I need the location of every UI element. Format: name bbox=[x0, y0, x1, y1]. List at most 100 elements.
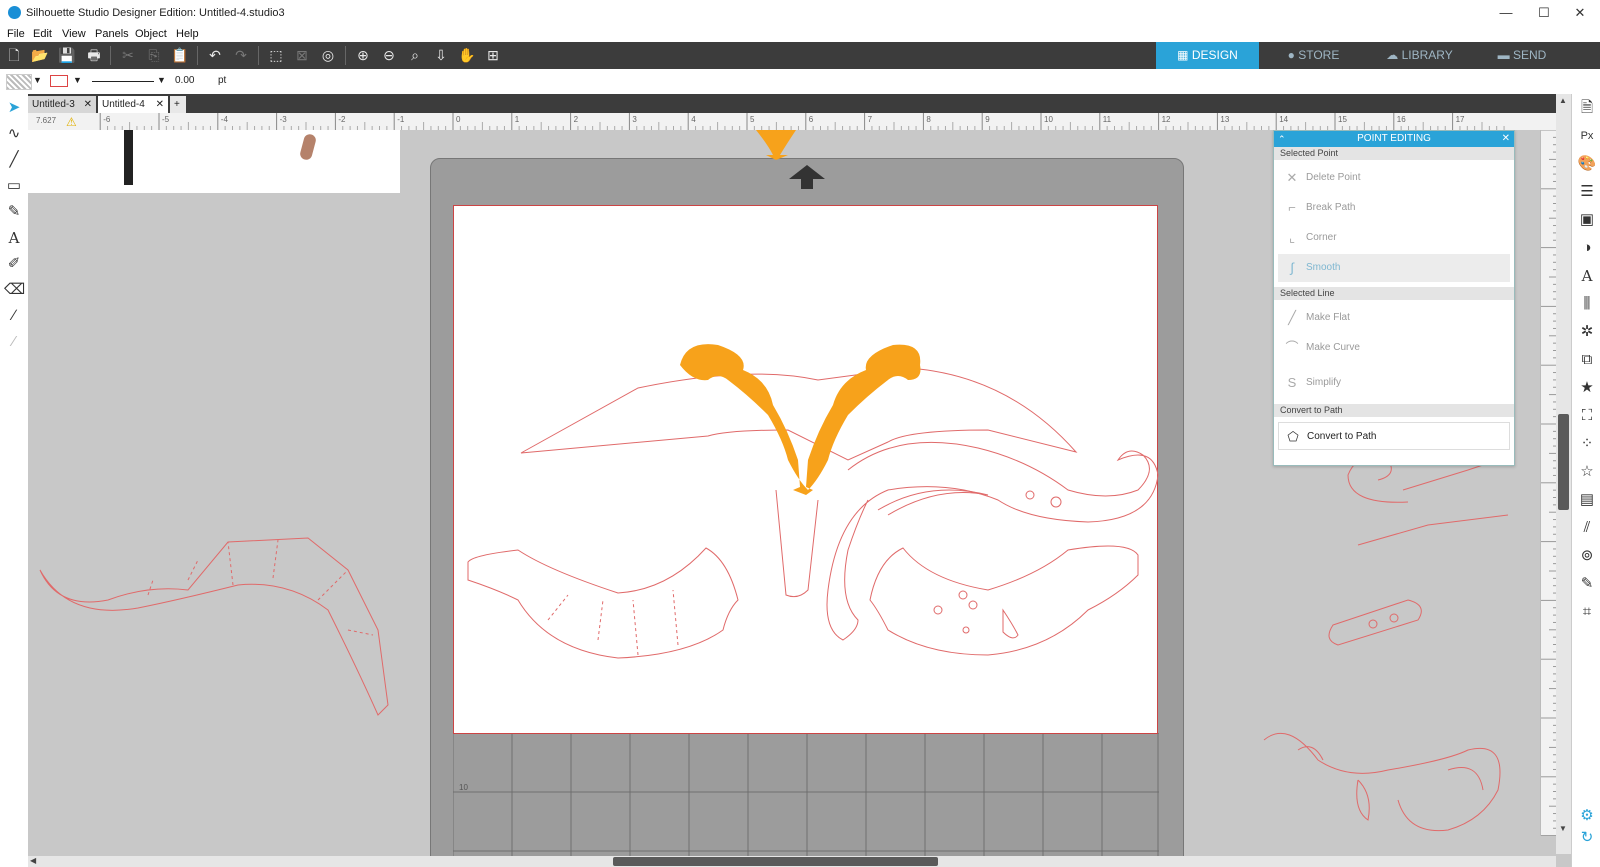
trace-icon[interactable]: ⛶ bbox=[1577, 406, 1597, 426]
offset-icon[interactable]: ★ bbox=[1577, 378, 1597, 398]
refresh-icon[interactable]: ↻ bbox=[1577, 828, 1597, 848]
scroll-up-icon[interactable]: ▲ bbox=[1559, 96, 1567, 105]
zoom-select-icon[interactable]: ⌕ bbox=[405, 46, 425, 65]
fill-color-icon[interactable]: 🎨 bbox=[1577, 154, 1597, 174]
select-tool-icon[interactable]: ➤ bbox=[4, 98, 24, 118]
collapse-chevron-icon[interactable]: ⌃ bbox=[1278, 131, 1286, 147]
design-canvas[interactable]: 10 ⌃ POINT EDITING ✕ Selected Point ✕ De… bbox=[28, 130, 1540, 856]
convert-to-path-button[interactable]: ⬠ Convert to Path bbox=[1278, 422, 1510, 450]
delete-point-button[interactable]: ✕ Delete Point bbox=[1278, 164, 1510, 192]
close-tab-icon[interactable]: ✕ bbox=[156, 96, 164, 113]
star-shape-icon[interactable]: ☆ bbox=[1577, 462, 1597, 482]
tab-library[interactable]: ☁ LIBRARY bbox=[1368, 42, 1471, 69]
menu-edit[interactable]: Edit bbox=[33, 28, 52, 40]
cut-icon[interactable]: ✂ bbox=[118, 46, 138, 65]
point-edit-tool-icon[interactable]: ∿ bbox=[4, 124, 24, 144]
redo-icon[interactable]: ↷ bbox=[231, 46, 251, 65]
menu-view[interactable]: View bbox=[62, 28, 86, 40]
close-tab-icon[interactable]: ✕ bbox=[84, 96, 92, 113]
close-button[interactable]: ✕ bbox=[1560, 0, 1600, 26]
knife-tool-icon[interactable]: ∕ bbox=[4, 306, 24, 326]
ruler-tick-label: 17 bbox=[1455, 115, 1465, 124]
mask-curl-detail bbox=[877, 489, 989, 516]
line-color-dropdown-icon[interactable]: ▼ bbox=[73, 75, 82, 85]
menu-panels[interactable]: Panels bbox=[95, 28, 129, 40]
gradient-icon[interactable]: ◑ bbox=[1577, 238, 1597, 258]
library-panel-icon[interactable]: ▤ bbox=[1577, 490, 1597, 510]
zoom-in-icon[interactable]: ⊕ bbox=[353, 46, 373, 65]
make-flat-button[interactable]: ╱ Make Flat bbox=[1278, 304, 1510, 332]
select-by-color-icon[interactable]: ◎ bbox=[318, 46, 338, 65]
fill-dropdown-icon[interactable]: ▼ bbox=[33, 75, 42, 85]
deselect-icon[interactable]: ⊠ bbox=[292, 46, 312, 65]
text-style-icon[interactable]: A bbox=[1577, 266, 1597, 286]
fill-swatch[interactable] bbox=[6, 74, 32, 90]
tab-untitled-4[interactable]: Untitled-4 ✕ bbox=[98, 96, 168, 113]
open-folder-icon[interactable]: 📂 bbox=[30, 46, 50, 65]
line-width-input[interactable]: 0.00 bbox=[175, 74, 209, 88]
vertical-scroll-thumb[interactable] bbox=[1558, 414, 1569, 510]
settings-gear-icon[interactable]: ⚙ bbox=[1577, 806, 1597, 826]
edit-points-icon[interactable]: ✎ bbox=[1577, 574, 1597, 594]
tab-store[interactable]: ● STORE bbox=[1262, 42, 1365, 69]
close-panel-icon[interactable]: ✕ bbox=[1502, 131, 1510, 147]
pan-down-icon[interactable]: ⇩ bbox=[431, 46, 451, 65]
replicate-icon[interactable]: ⁘ bbox=[1577, 434, 1597, 454]
tab-untitled-3[interactable]: Untitled-3 ✕ bbox=[28, 96, 96, 113]
menu-file[interactable]: File bbox=[7, 28, 25, 40]
tab-send[interactable]: ▬ SEND bbox=[1474, 42, 1570, 69]
right-panel-toolbar: 🗎 Px 🎨 ☰ ▣ ◑ A ⫼ ✲ ⧉ ★ ⛶ ⁘ ☆ ▤ ⫽ ⊚ ✎ ⌗ ⚙… bbox=[1571, 94, 1600, 867]
select-all-icon[interactable]: ⬚ bbox=[266, 46, 286, 65]
eraser-tool-icon[interactable]: ⌫ bbox=[4, 280, 25, 300]
pencil-tool-icon[interactable]: ✎ bbox=[4, 202, 24, 222]
modify-icon[interactable]: ⧉ bbox=[1577, 350, 1597, 370]
smooth-button[interactable]: ∫ Smooth bbox=[1278, 254, 1510, 282]
minimize-button[interactable]: — bbox=[1486, 0, 1526, 26]
tab-design[interactable]: ▦ DESIGN bbox=[1156, 42, 1259, 69]
paste-icon[interactable]: 📋 bbox=[170, 46, 190, 65]
menu-object[interactable]: Object bbox=[135, 28, 167, 40]
scroll-down-icon[interactable]: ▼ bbox=[1559, 824, 1567, 833]
simplify-button[interactable]: S Simplify bbox=[1278, 369, 1510, 397]
print-icon[interactable]: 🖶 bbox=[84, 46, 104, 65]
copy-icon[interactable]: ⎘ bbox=[144, 46, 164, 65]
sketch-icon[interactable]: ⫽ bbox=[1577, 518, 1597, 538]
vertical-scrollbar[interactable]: ▲ ▼ bbox=[1556, 94, 1571, 854]
draw-tool-icon[interactable]: ✐ bbox=[4, 254, 24, 274]
line-color-swatch[interactable] bbox=[50, 75, 68, 87]
save-icon[interactable]: 💾 bbox=[57, 46, 77, 65]
maximize-button[interactable]: ☐ bbox=[1524, 0, 1564, 26]
zoom-out-icon[interactable]: ⊖ bbox=[379, 46, 399, 65]
line-style-dropdown-icon[interactable]: ▼ bbox=[157, 75, 166, 85]
eyedropper-tool-icon[interactable]: ⁄ bbox=[4, 332, 24, 352]
layers-icon[interactable]: ⊚ bbox=[1577, 546, 1597, 566]
align-icon[interactable]: ⫼ bbox=[1577, 294, 1597, 314]
horizontal-ruler: 7.627 ⚠ -6 -5 -4 -3 -2 -1 0 1 2 3 4 5 6 7 8 9 10 11 12 13 14… bbox=[28, 113, 1568, 131]
new-document-icon[interactable]: 🗋 bbox=[4, 46, 24, 65]
line-style-icon[interactable]: ☰ bbox=[1577, 182, 1597, 202]
warp-icon[interactable]: ⌗ bbox=[1577, 602, 1597, 622]
ruler-tick-label: 8 bbox=[926, 115, 931, 124]
grid-icon: ▦ bbox=[1177, 48, 1192, 62]
text-tool-icon[interactable]: A bbox=[4, 228, 24, 248]
line-style-preview[interactable] bbox=[92, 81, 154, 82]
corner-button[interactable]: ⌞ Corner bbox=[1278, 224, 1510, 252]
new-tab-button[interactable]: + bbox=[170, 96, 186, 113]
scroll-left-icon[interactable]: ◀ bbox=[30, 856, 36, 865]
horizontal-scroll-thumb[interactable] bbox=[613, 857, 938, 866]
hand-pan-icon[interactable]: ✋ bbox=[457, 46, 477, 65]
break-path-button[interactable]: ⌐ Break Path bbox=[1278, 194, 1510, 222]
menu-help[interactable]: Help bbox=[176, 28, 199, 40]
undo-icon[interactable]: ↶ bbox=[205, 46, 225, 65]
fill-pattern-icon[interactable]: ▣ bbox=[1577, 210, 1597, 230]
transform-icon[interactable]: ✲ bbox=[1577, 322, 1597, 342]
line-tool-icon[interactable]: ╱ bbox=[4, 150, 24, 170]
simplify-icon: S bbox=[1287, 375, 1297, 390]
fit-to-page-icon[interactable]: ⊞ bbox=[483, 46, 503, 65]
make-curve-button[interactable]: ⌒ Make Curve bbox=[1278, 334, 1510, 362]
page-setup-icon[interactable]: 🗎 bbox=[1577, 98, 1597, 118]
rectangle-tool-icon[interactable]: ▭ bbox=[4, 176, 24, 196]
toolbar-divider bbox=[258, 46, 259, 65]
pixscan-icon[interactable]: Px bbox=[1577, 126, 1597, 146]
horizontal-scrollbar[interactable]: ◀ bbox=[28, 856, 1556, 867]
